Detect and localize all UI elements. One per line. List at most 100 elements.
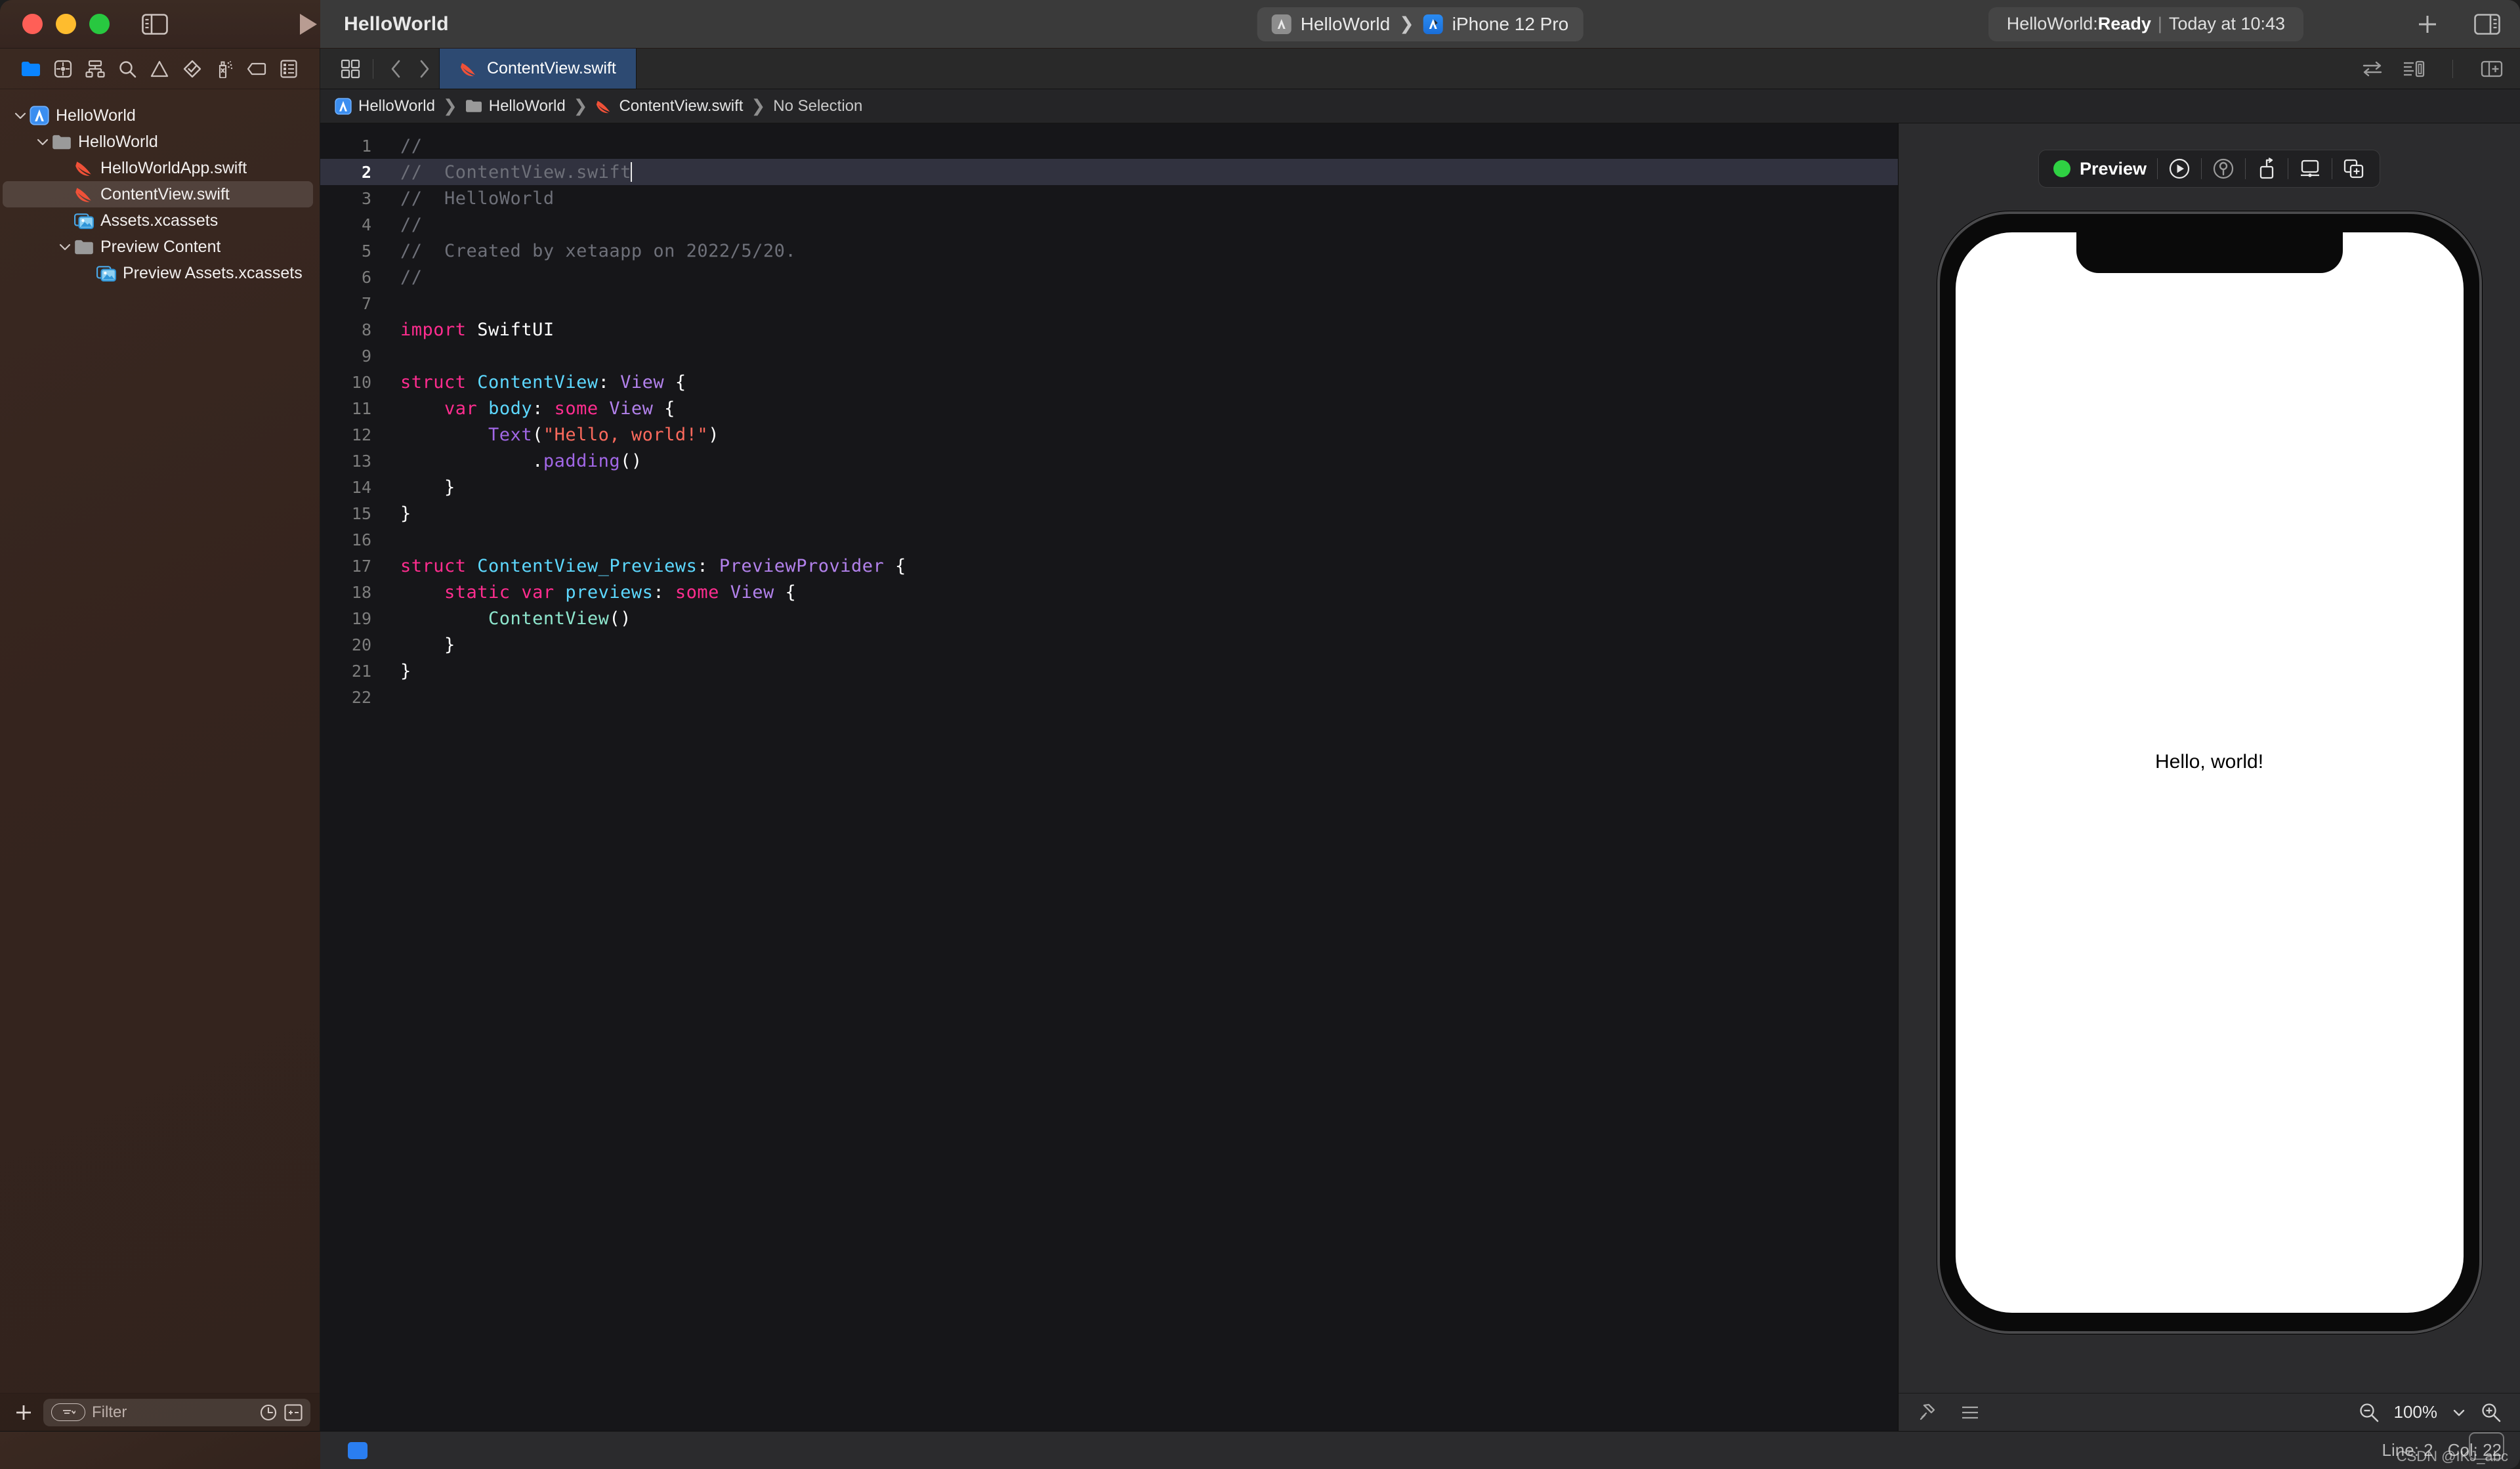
code-line[interactable]: 10 struct ContentView: View { [320, 369, 1898, 395]
breadcrumb-item-1[interactable]: HelloWorld [465, 97, 566, 116]
code-token: struct [400, 372, 478, 393]
preview-list-icon[interactable] [1960, 1404, 1980, 1421]
navigator-pane: HelloWorld HelloWorld HelloWorldApp.swift C… [0, 49, 320, 1431]
swap-editors-icon[interactable] [2362, 60, 2383, 78]
folder-icon[interactable] [14, 54, 47, 84]
code-token: } [400, 477, 455, 498]
tree-item-helloworld[interactable]: HelloWorld [3, 129, 313, 155]
filter-options-icon[interactable] [51, 1403, 85, 1421]
zoom-in-icon[interactable] [2481, 1402, 2502, 1423]
editor-options [2362, 49, 2520, 89]
inspector-toggle-icon[interactable] [2474, 13, 2500, 35]
chevron-left-icon[interactable] [381, 54, 410, 83]
duplicate-preview-icon[interactable] [2332, 150, 2376, 188]
tree-item-assets-xcassets[interactable]: Assets.xcassets [3, 207, 313, 234]
code-line[interactable]: 21} [320, 658, 1898, 684]
code-line[interactable]: 2 // ContentView.swift [320, 159, 1898, 185]
search-icon[interactable] [112, 54, 144, 84]
code-line[interactable]: 1 // [320, 133, 1898, 159]
close-button[interactable] [22, 14, 43, 34]
chevron-down-icon[interactable] [2452, 1407, 2466, 1418]
code-line[interactable]: 11 var body: some View { [320, 395, 1898, 421]
zoom-button[interactable] [89, 14, 110, 34]
code-line[interactable]: 8 import SwiftUI [320, 316, 1898, 343]
preview-device-iphone-12-pro[interactable]: Hello, world! [1937, 211, 2482, 1334]
code-line[interactable]: 5 // Created by xetaapp on 2022/5/20. [320, 238, 1898, 264]
code-line[interactable]: 12 Text("Hello, world!") [320, 421, 1898, 448]
add-editor-icon[interactable] [2481, 60, 2503, 78]
tab-contentview-swift[interactable]: ContentView.swift [439, 49, 637, 89]
test-checkmark-icon[interactable] [176, 54, 208, 84]
inspect-preview-icon[interactable] [2202, 150, 2245, 188]
adjust-editor-options-icon[interactable] [2403, 60, 2425, 78]
debug-area-toggle[interactable] [348, 1441, 368, 1459]
navigator-icon-bar [0, 49, 320, 89]
code-line[interactable]: 4 // [320, 211, 1898, 238]
report-list-icon[interactable] [273, 54, 305, 84]
source-control-icon[interactable] [47, 54, 79, 84]
add-file-button[interactable] [9, 1399, 38, 1426]
breakpoint-tag-icon[interactable] [241, 54, 273, 84]
code-line[interactable]: 17 struct ContentView_Previews: PreviewPr… [320, 553, 1898, 579]
breadcrumb-item-3[interactable]: No Selection [773, 97, 862, 116]
code-line[interactable]: 15} [320, 500, 1898, 526]
tree-item-label: HelloWorld [78, 132, 158, 151]
code-line[interactable]: 7 [320, 290, 1898, 316]
preview-on-display-icon[interactable] [2288, 150, 2332, 188]
issue-warning-icon[interactable] [144, 54, 176, 84]
code-token: ContentView_Previews [477, 555, 698, 576]
code-line[interactable]: 6 // [320, 264, 1898, 290]
code-line[interactable]: 18 static var previews: some View { [320, 579, 1898, 605]
disclosure-triangle-icon[interactable] [56, 243, 74, 251]
line-number: 6 [361, 267, 371, 287]
code-line[interactable]: 20 } [320, 631, 1898, 658]
line-number: 17 [351, 556, 371, 576]
pin-icon[interactable] [1917, 1403, 1937, 1422]
code-token: SwiftUI [477, 319, 555, 340]
breadcrumb-item-0[interactable]: HelloWorld [335, 97, 435, 116]
play-circle-icon[interactable] [2158, 150, 2201, 188]
tree-item-contentview-swift[interactable]: ContentView.swift [3, 181, 313, 207]
breadcrumb-item-2[interactable]: ContentView.swift [595, 97, 743, 116]
clock-icon[interactable] [259, 1403, 278, 1422]
tree-item-helloworld[interactable]: HelloWorld [3, 102, 313, 129]
scheme-selector[interactable]: HelloWorld ❯ iPhone 12 Pro [1257, 7, 1584, 41]
tab-overview-icon[interactable] [336, 54, 365, 83]
run-icon[interactable] [297, 12, 320, 37]
symbol-hierarchy-icon[interactable] [79, 54, 111, 84]
source-control-status-icon[interactable] [284, 1403, 303, 1421]
project-navigator-tree[interactable]: HelloWorld HelloWorld HelloWorldApp.swift C… [0, 89, 320, 1393]
code-line[interactable]: 13 .padding() [320, 448, 1898, 474]
debug-spray-icon[interactable] [208, 54, 240, 84]
code-line[interactable]: 14 } [320, 474, 1898, 500]
tree-item-helloworldapp-swift[interactable]: HelloWorldApp.swift [3, 155, 313, 181]
code-token: . [400, 450, 543, 471]
code-line[interactable]: 19 ContentView() [320, 605, 1898, 631]
tree-item-label: HelloWorldApp.swift [100, 158, 247, 177]
zoom-out-icon[interactable] [2359, 1402, 2380, 1423]
code-line[interactable]: 16 [320, 526, 1898, 553]
breadcrumb[interactable]: HelloWorld ❯ HelloWorld ❯ ContentView.swift ❯… [320, 89, 2520, 123]
live-preview-device-icon[interactable] [2246, 150, 2288, 188]
source-code-editor[interactable]: 1 // 2 // ContentView.swift 3 // HelloWorld 4 /… [320, 123, 1898, 1431]
minimize-button[interactable] [56, 14, 76, 34]
chevron-right-icon[interactable] [410, 54, 439, 83]
disclosure-triangle-icon[interactable] [34, 138, 51, 146]
line-number: 1 [361, 136, 371, 156]
code-token: var [444, 398, 489, 419]
code-line[interactable]: 3 // HelloWorld [320, 185, 1898, 211]
sidebar-toggle-icon[interactable] [141, 9, 168, 39]
code-line-text: // [386, 267, 423, 287]
line-number: 12 [351, 425, 371, 444]
disclosure-triangle-icon[interactable] [12, 112, 29, 119]
tree-item-preview-content[interactable]: Preview Content [3, 234, 313, 260]
tree-item-preview-assets-xcassets[interactable]: Preview Assets.xcassets [3, 260, 313, 286]
breadcrumb-item-label: ContentView.swift [619, 96, 744, 115]
filter-input[interactable]: Filter [43, 1398, 310, 1426]
preview-status[interactable]: Preview [2043, 150, 2157, 188]
code-line[interactable]: 22 [320, 684, 1898, 710]
zoom-level-label[interactable]: 100% [2394, 1402, 2438, 1422]
plus-icon[interactable] [2416, 13, 2439, 35]
code-line[interactable]: 9 [320, 343, 1898, 369]
preview-device-screen[interactable]: Hello, world! [1955, 232, 2464, 1313]
